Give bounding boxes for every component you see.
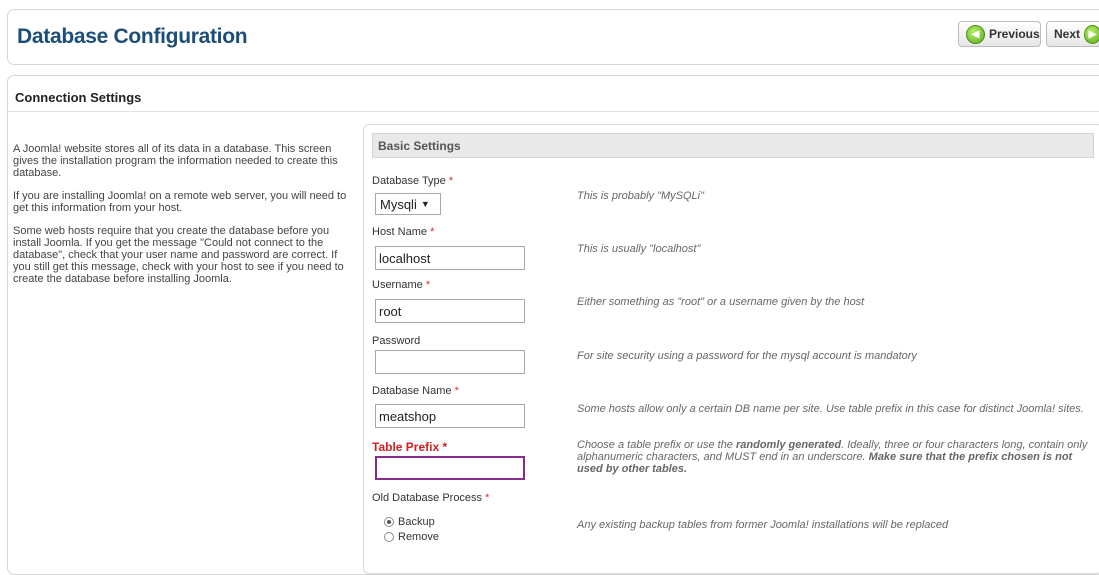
db-name-hint: Some hosts allow only a certain DB name … [577, 403, 1084, 415]
db-type-select[interactable]: Mysqli ▼ [375, 193, 441, 215]
arrow-left-icon: ◀ [966, 24, 985, 44]
password-hint: For site security using a password for t… [577, 350, 917, 362]
table-prefix-hint: Choose a table prefix or use the randoml… [577, 439, 1088, 475]
header-bar: Database Configuration ◀ Previous Next ▶ [7, 9, 1099, 65]
remove-radio[interactable]: Remove [384, 531, 439, 543]
next-button[interactable]: Next ▶ [1046, 21, 1099, 47]
table-prefix-input[interactable] [375, 456, 525, 480]
chevron-down-icon: ▼ [420, 199, 430, 209]
password-label: Password [372, 335, 421, 347]
arrow-right-icon: ▶ [1084, 24, 1099, 44]
table-prefix-label: Table Prefix * [372, 440, 448, 454]
db-type-value: Mysqli [380, 196, 417, 212]
next-label: Next [1054, 27, 1081, 41]
db-name-label: Database Name * [372, 385, 459, 397]
host-hint: This is usually "localhost" [577, 243, 701, 255]
radio-selected-icon [384, 517, 394, 527]
old-db-process-hint: Any existing backup tables from former J… [577, 519, 949, 531]
previous-button[interactable]: ◀ Previous [958, 21, 1041, 47]
backup-radio[interactable]: Backup [384, 516, 435, 528]
host-label: Host Name * [372, 226, 435, 238]
host-input[interactable] [375, 246, 525, 270]
page-title: Database Configuration [17, 25, 248, 48]
db-type-hint: This is probably "MySQLi" [577, 190, 705, 202]
username-label: Username * [372, 279, 431, 291]
intro-paragraph: A Joomla! website stores all of its data… [13, 143, 338, 179]
username-input[interactable] [375, 299, 525, 323]
previous-label: Previous [989, 27, 1040, 41]
db-type-label: Database Type * [372, 175, 454, 187]
basic-settings-title: Basic Settings [372, 133, 1094, 158]
intro-paragraph: Some web hosts require that you create t… [13, 225, 344, 285]
radio-unselected-icon [384, 532, 394, 542]
basic-settings-box: Basic Settings Database Type * Mysqli ▼ … [363, 124, 1099, 574]
intro-paragraph: If you are installing Joomla! on a remot… [13, 190, 347, 214]
divider [8, 111, 1099, 112]
intro-text: A Joomla! website stores all of its data… [13, 143, 358, 296]
username-hint: Either something as "root" or a username… [577, 296, 865, 308]
password-input[interactable] [375, 350, 525, 374]
connection-panel: Connection Settings A Joomla! website st… [7, 75, 1099, 575]
old-db-process-label: Old Database Process * [372, 492, 490, 504]
db-name-input[interactable] [375, 404, 525, 428]
section-title: Connection Settings [15, 90, 142, 105]
